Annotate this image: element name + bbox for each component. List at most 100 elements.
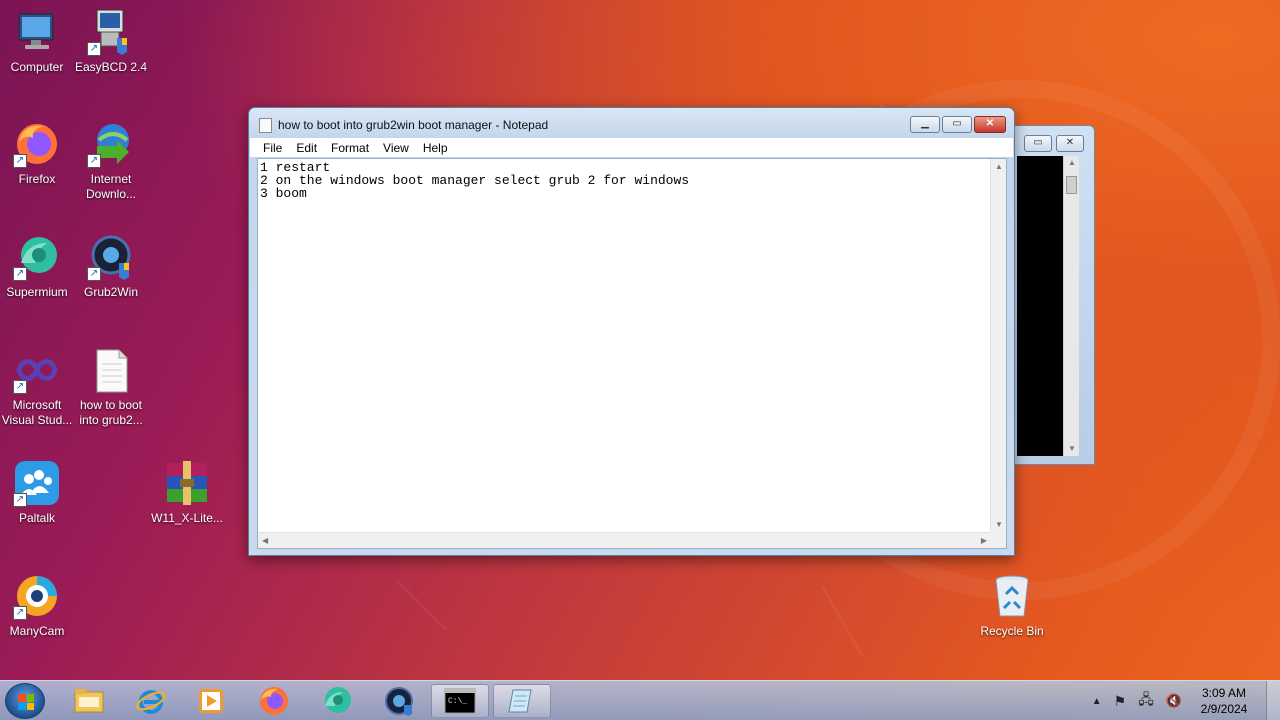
taskbar-supermium[interactable] xyxy=(308,684,366,718)
internet-download-manager-icon: ↗ xyxy=(87,120,135,168)
desktop-icon-label: Microsoft Visual Stud... xyxy=(1,398,73,427)
console-scrollbar[interactable]: ▲ ▼ xyxy=(1063,156,1079,456)
taskbar-file-explorer[interactable] xyxy=(60,684,118,718)
desktop-icon-firefox[interactable]: ↗ Firefox xyxy=(0,120,74,187)
svg-text:C:\_: C:\_ xyxy=(448,697,467,706)
show-hidden-icons-icon[interactable]: ▲ xyxy=(1092,696,1102,707)
desktop-icon-label: Supermium xyxy=(6,285,68,299)
menu-file[interactable]: File xyxy=(256,141,289,155)
taskbar-firefox[interactable] xyxy=(245,684,303,718)
console-output[interactable] xyxy=(1017,156,1063,456)
shortcut-arrow-icon: ↗ xyxy=(13,154,27,168)
command-prompt-icon: C:\_ xyxy=(444,688,476,714)
volume-muted-icon[interactable]: 🔇 xyxy=(1166,693,1182,709)
notepad-window[interactable]: how to boot into grub2win boot manager -… xyxy=(248,107,1015,556)
recycle-bin-icon xyxy=(988,572,1036,620)
taskbar-command-prompt[interactable]: C:\_ xyxy=(431,684,489,718)
vertical-scrollbar[interactable]: ▲ ▼ xyxy=(990,159,1006,532)
system-tray: ▲ ⚑ 🖧 🔇 3:09 AM 2/9/2024 xyxy=(1092,681,1254,720)
clock-time: 3:09 AM xyxy=(1201,686,1247,700)
supermium-icon xyxy=(325,687,351,713)
grub2win-icon xyxy=(385,687,413,716)
desktop-icon-visual-studio[interactable]: ↗ Microsoft Visual Stud... xyxy=(0,346,74,428)
menu-edit[interactable]: Edit xyxy=(289,141,324,155)
taskbar-grub2win[interactable] xyxy=(370,684,428,718)
shortcut-arrow-icon: ↗ xyxy=(13,493,27,507)
desktop-icon-label: ManyCam xyxy=(9,624,65,638)
scroll-right-arrow-icon[interactable]: ▶ xyxy=(981,536,987,545)
desktop-icon-label: Grub2Win xyxy=(83,285,139,299)
desktop-icon-label: Paltalk xyxy=(18,511,56,525)
close-button[interactable]: ✕ xyxy=(974,116,1006,133)
console-maximize-button[interactable]: ▭ xyxy=(1024,135,1052,152)
console-close-button[interactable]: ✕ xyxy=(1056,135,1084,152)
desktop-icon-label: Internet Downlo... xyxy=(85,172,137,201)
easybcd-icon: ↗ xyxy=(87,8,135,56)
show-desktop-button[interactable] xyxy=(1266,681,1280,720)
scroll-up-arrow-icon[interactable]: ▲ xyxy=(995,162,1003,171)
desktop-icon-manycam[interactable]: ↗ ManyCam xyxy=(0,572,74,639)
winrar-archive-icon xyxy=(163,459,211,507)
shortcut-arrow-icon: ↗ xyxy=(87,154,101,168)
text-editor[interactable]: 1 restart 2 on the windows boot manager … xyxy=(259,160,992,533)
supermium-icon: ↗ xyxy=(13,233,61,281)
desktop-icon-easybcd[interactable]: ↗ EasyBCD 2.4 xyxy=(74,8,148,75)
desktop-icon-text-file[interactable]: how to boot into grub2... xyxy=(74,346,148,428)
desktop-icon-computer[interactable]: Computer xyxy=(0,8,74,75)
resize-grip[interactable] xyxy=(990,532,1006,548)
desktop-icon-internet-download-manager[interactable]: ↗ Internet Downlo... xyxy=(74,120,148,202)
horizontal-scrollbar[interactable]: ◀ ▶ xyxy=(258,532,991,548)
scroll-down-arrow-icon[interactable]: ▼ xyxy=(1068,444,1076,453)
desktop-icon-label: EasyBCD 2.4 xyxy=(74,60,148,74)
scroll-thumb[interactable] xyxy=(1066,176,1077,194)
menu-help[interactable]: Help xyxy=(416,141,455,155)
window-title: how to boot into grub2win boot manager -… xyxy=(278,118,549,132)
taskbar-notepad[interactable] xyxy=(493,684,551,718)
wallpaper-line xyxy=(820,584,863,656)
taskbar-media-player[interactable] xyxy=(182,684,240,718)
action-center-flag-icon[interactable]: ⚑ xyxy=(1114,693,1127,710)
firefox-icon xyxy=(260,687,288,715)
desktop-icon-label: how to boot into grub2... xyxy=(79,398,143,427)
visual-studio-icon: ↗ xyxy=(13,346,61,394)
clock[interactable]: 3:09 AM 2/9/2024 xyxy=(1194,685,1254,717)
desktop-icon-label: Computer xyxy=(10,60,64,74)
taskbar: C:\_ ▲ ⚑ 🖧 🔇 3:09 AM 2/9/2024 xyxy=(0,680,1280,720)
desktop-icon-supermium[interactable]: ↗ Supermium xyxy=(0,233,74,300)
start-button[interactable] xyxy=(5,683,45,719)
editor-area: 1 restart 2 on the windows boot manager … xyxy=(257,158,1007,549)
desktop-icon-recycle-bin[interactable]: Recycle Bin xyxy=(975,572,1049,639)
scroll-left-arrow-icon[interactable]: ◀ xyxy=(262,536,268,545)
computer-icon xyxy=(13,8,61,56)
notepad-icon xyxy=(508,689,532,713)
window-controls: ▁ ▭ ✕ xyxy=(910,116,1006,133)
firefox-icon: ↗ xyxy=(13,120,61,168)
desktop-icon-winrar-archive[interactable]: W11_X-Lite... xyxy=(150,459,224,526)
maximize-button[interactable]: ▭ xyxy=(942,116,972,133)
shortcut-arrow-icon: ↗ xyxy=(87,42,101,56)
shortcut-arrow-icon: ↗ xyxy=(87,267,101,281)
desktop-icon-label: Firefox xyxy=(18,172,56,186)
manycam-icon: ↗ xyxy=(13,572,61,620)
minimize-button[interactable]: ▁ xyxy=(910,116,940,133)
windows-logo-icon xyxy=(18,694,34,710)
network-icon[interactable]: 🖧 xyxy=(1138,689,1154,713)
shortcut-arrow-icon: ↗ xyxy=(13,606,27,620)
title-bar[interactable]: how to boot into grub2win boot manager -… xyxy=(259,116,548,134)
scroll-up-arrow-icon[interactable]: ▲ xyxy=(1068,158,1076,167)
folder-icon xyxy=(74,689,104,713)
notepad-icon xyxy=(259,117,272,133)
scroll-down-arrow-icon[interactable]: ▼ xyxy=(995,520,1003,529)
desktop-icon-label: W11_X-Lite... xyxy=(151,511,223,525)
menu-view[interactable]: View xyxy=(376,141,416,155)
desktop-icon-paltalk[interactable]: ↗ Paltalk xyxy=(0,459,74,526)
menu-format[interactable]: Format xyxy=(324,141,376,155)
internet-explorer-icon xyxy=(136,690,166,714)
desktop-icon-label: Recycle Bin xyxy=(980,624,1044,638)
menu-bar: File Edit Format View Help xyxy=(250,138,1013,157)
taskbar-internet-explorer[interactable] xyxy=(122,684,180,718)
shortcut-arrow-icon: ↗ xyxy=(13,380,27,394)
media-player-icon xyxy=(199,689,223,713)
paltalk-icon: ↗ xyxy=(13,459,61,507)
desktop-icon-grub2win[interactable]: ↗ Grub2Win xyxy=(74,233,148,300)
